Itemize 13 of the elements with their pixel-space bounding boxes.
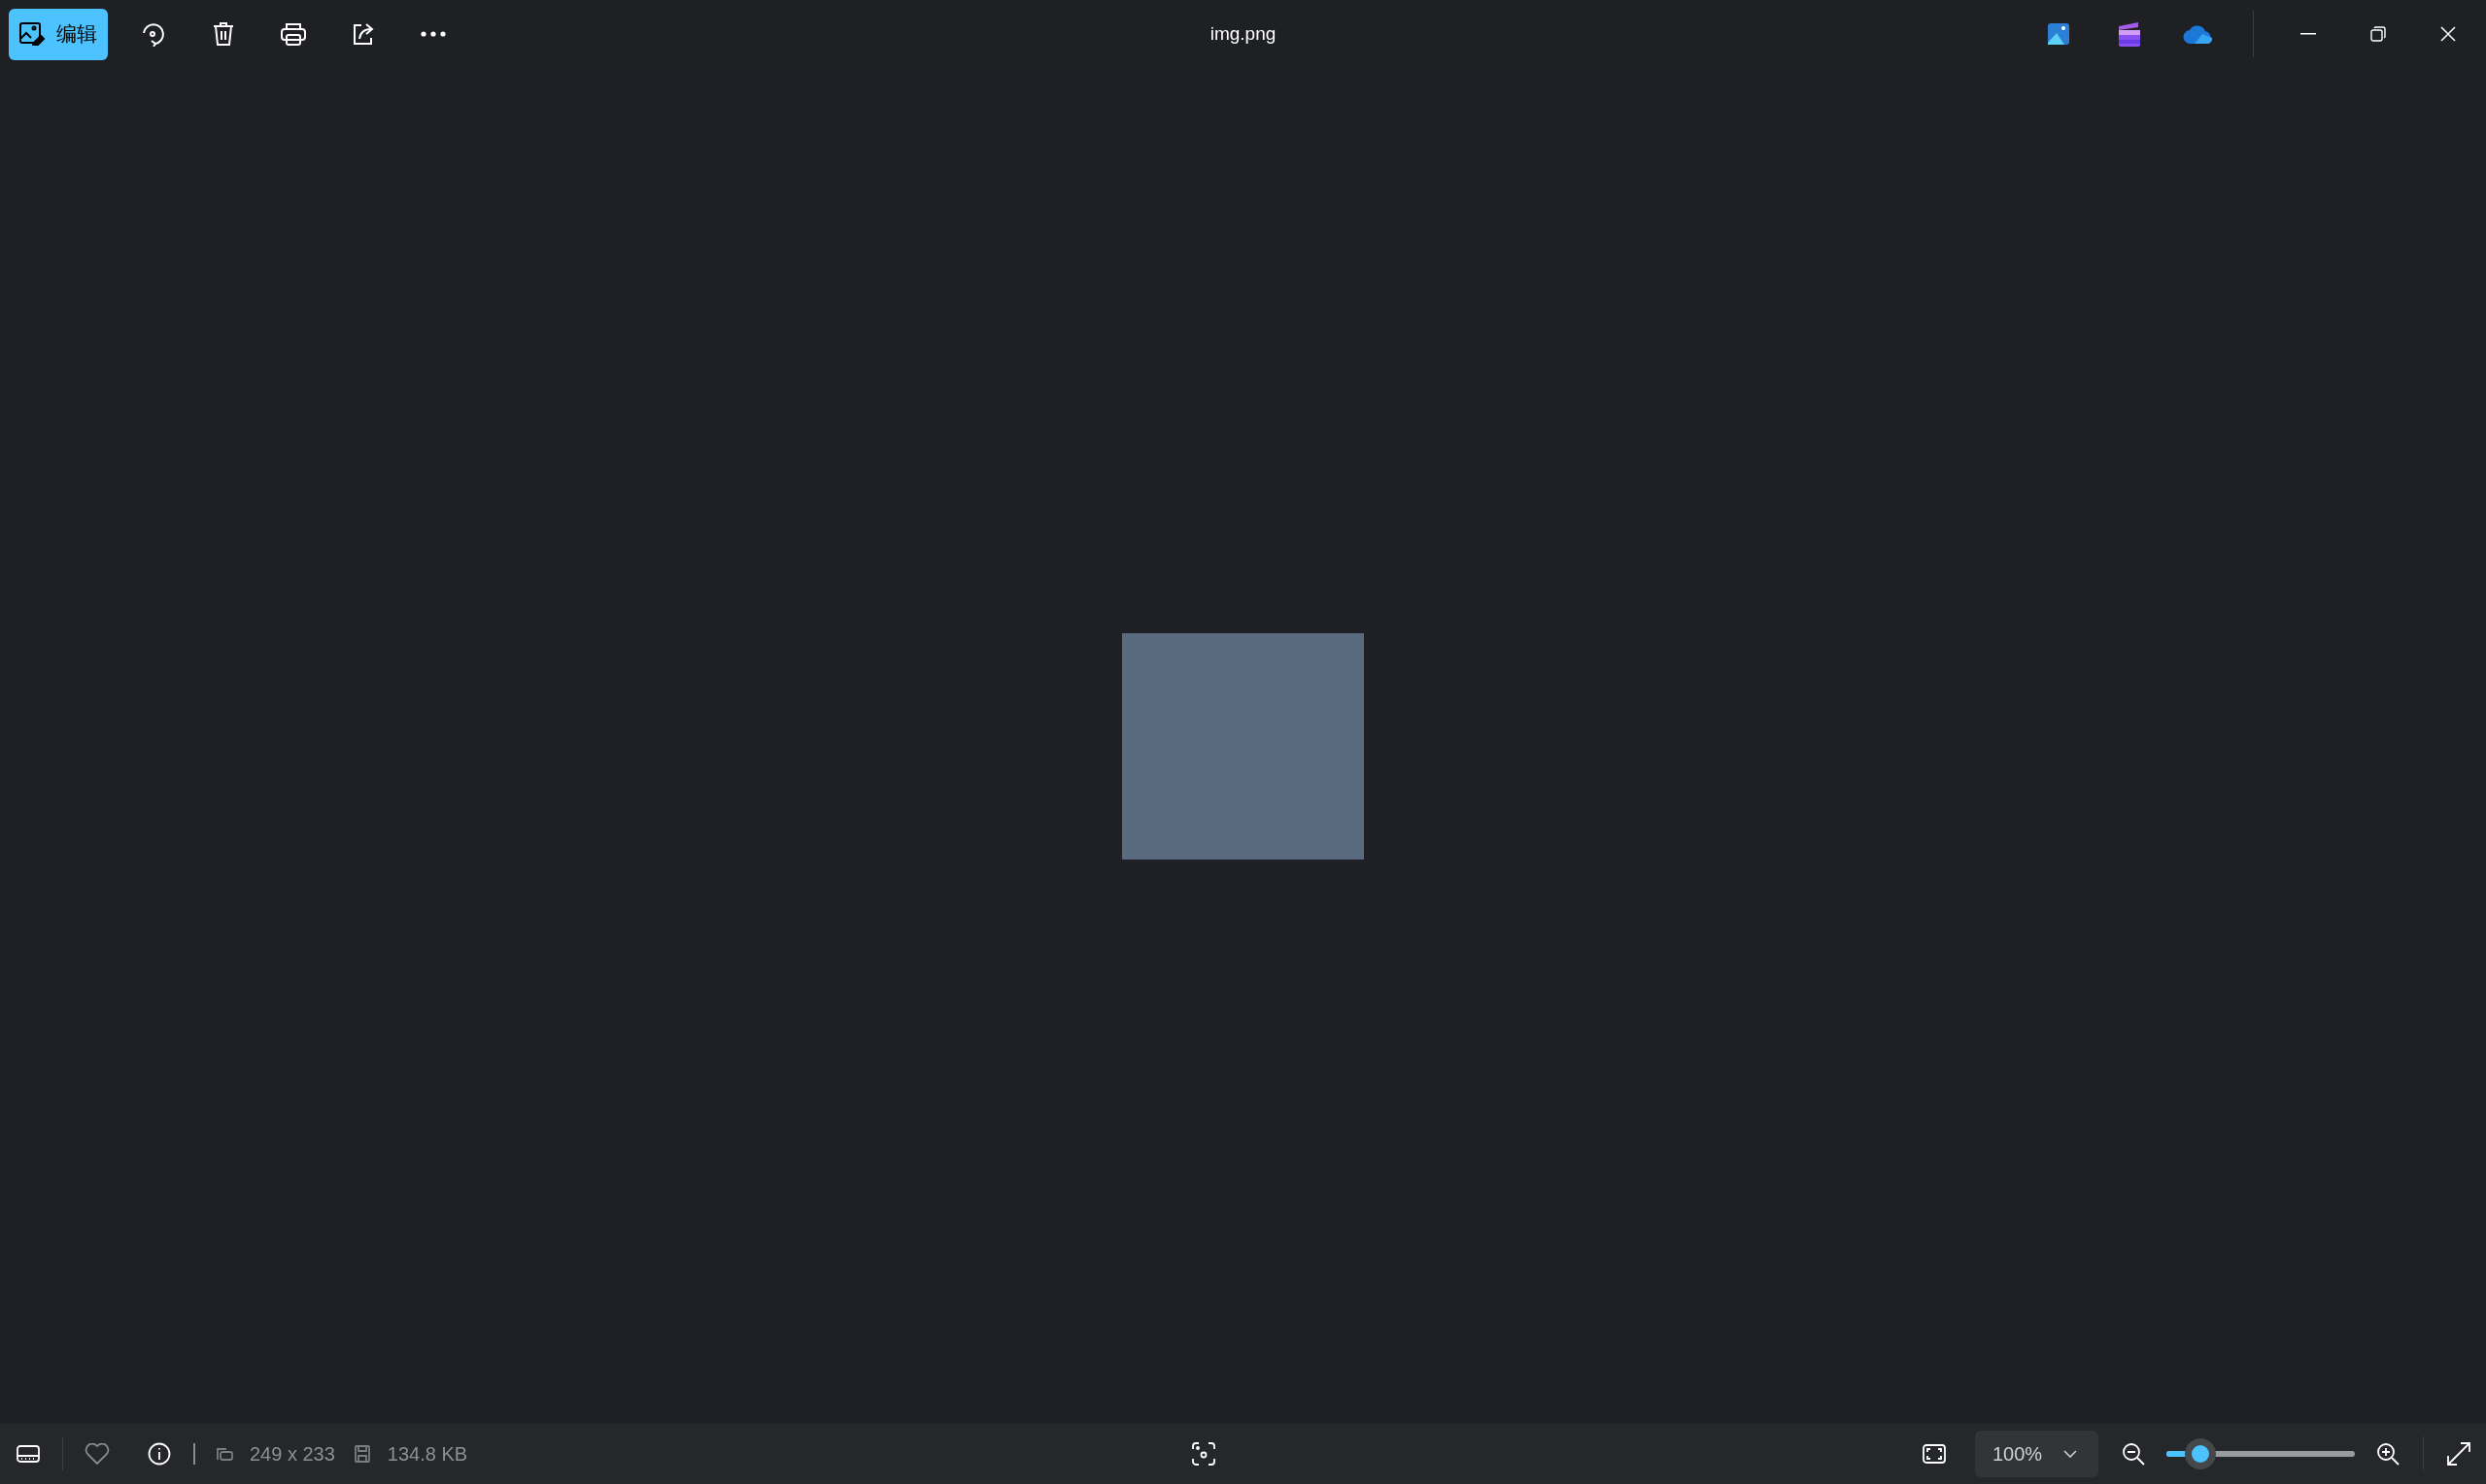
zoom-dropdown[interactable]: 100% <box>1975 1431 2098 1477</box>
chevron-down-icon <box>2063 1450 2077 1458</box>
close-icon <box>2440 26 2456 42</box>
save-icon <box>354 1445 370 1463</box>
edit-button[interactable]: 编辑 <box>9 8 108 60</box>
image-edit-icon <box>19 22 45 46</box>
minimize-icon <box>2300 33 2316 35</box>
file-size: 134.8 KB <box>387 1442 468 1467</box>
image-dimensions: 249 x 233 <box>250 1442 335 1467</box>
slider-thumb[interactable] <box>2184 1438 2216 1469</box>
dimensions-icon <box>215 1446 234 1462</box>
restore-icon <box>2370 26 2386 42</box>
window-title: img.png <box>1209 21 1277 46</box>
